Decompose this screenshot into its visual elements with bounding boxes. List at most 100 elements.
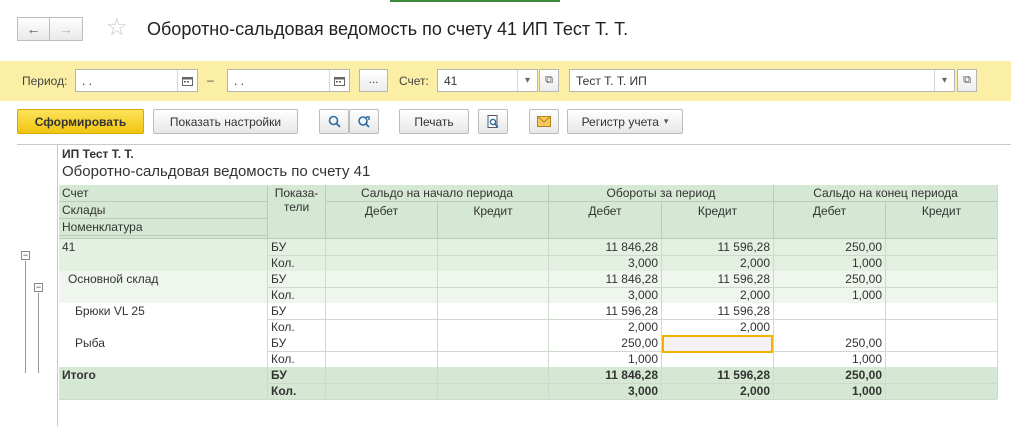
value-cell[interactable]: 2,000 — [661, 287, 773, 303]
value-cell[interactable] — [885, 239, 997, 255]
value-cell[interactable] — [885, 383, 997, 399]
print-button[interactable]: Печать — [399, 109, 469, 134]
value-cell[interactable]: 1,000 — [773, 351, 885, 367]
value-cell[interactable] — [325, 319, 437, 335]
value-cell[interactable] — [437, 239, 548, 255]
report-grid[interactable]: ИП Тест Т. Т. Оборотно-сальдовая ведомост… — [17, 144, 1011, 426]
value-cell[interactable] — [437, 319, 548, 335]
collapse-warehouse-icon[interactable]: − — [34, 283, 43, 292]
row-indicator[interactable]: Кол. — [267, 383, 325, 399]
value-cell[interactable] — [437, 383, 548, 399]
value-cell[interactable] — [325, 335, 437, 351]
value-cell[interactable] — [773, 303, 885, 319]
value-cell[interactable] — [437, 287, 548, 303]
preview-button[interactable] — [478, 109, 508, 134]
value-cell[interactable]: 2,000 — [661, 255, 773, 271]
search-cancel-button[interactable] — [349, 109, 379, 134]
row-indicator[interactable]: БУ — [267, 239, 325, 255]
value-cell[interactable] — [885, 319, 997, 335]
value-cell[interactable]: 1,000 — [548, 351, 661, 367]
row-indicator[interactable]: Кол. — [267, 319, 325, 335]
value-cell[interactable] — [325, 303, 437, 319]
value-cell[interactable] — [325, 351, 437, 367]
back-button[interactable]: ← — [17, 17, 50, 41]
value-cell[interactable] — [437, 271, 548, 287]
value-cell[interactable]: 11 596,28 — [548, 303, 661, 319]
period-select-button[interactable]: ... — [359, 69, 388, 92]
value-cell[interactable] — [437, 367, 548, 383]
value-cell[interactable]: 1,000 — [773, 383, 885, 399]
row-indicator[interactable]: БУ — [267, 335, 325, 351]
forward-button[interactable]: → — [50, 17, 83, 41]
value-cell[interactable]: 2,000 — [661, 383, 773, 399]
value-cell[interactable]: 250,00 — [773, 239, 885, 255]
value-cell[interactable] — [325, 239, 437, 255]
value-cell[interactable] — [885, 255, 997, 271]
row-indicator[interactable]: Кол. — [267, 255, 325, 271]
email-button[interactable] — [529, 109, 559, 134]
value-cell[interactable] — [437, 255, 548, 271]
value-cell[interactable]: 1,000 — [773, 255, 885, 271]
value-cell[interactable]: 1,000 — [773, 287, 885, 303]
row-separator — [267, 351, 997, 352]
value-cell[interactable] — [325, 271, 437, 287]
value-cell[interactable] — [325, 367, 437, 383]
value-cell[interactable] — [437, 351, 548, 367]
value-cell[interactable]: 11 596,28 — [661, 367, 773, 383]
value-cell[interactable] — [885, 303, 997, 319]
value-cell[interactable]: 11 596,28 — [661, 239, 773, 255]
value-cell[interactable]: 11 846,28 — [548, 367, 661, 383]
value-cell[interactable] — [661, 351, 773, 367]
value-cell[interactable]: 11 596,28 — [661, 303, 773, 319]
open-icon[interactable]: ⧉ — [957, 69, 977, 92]
account-input[interactable]: 41 ▾ — [437, 69, 538, 92]
collapse-account-icon[interactable]: − — [21, 251, 30, 260]
register-dropdown[interactable]: Регистр учета ▾ — [567, 109, 683, 134]
value-cell[interactable]: 2,000 — [661, 319, 773, 335]
chevron-down-icon[interactable]: ▾ — [517, 70, 537, 91]
calendar-icon[interactable] — [329, 70, 349, 91]
value-cell[interactable]: 250,00 — [773, 271, 885, 287]
open-icon[interactable]: ⧉ — [539, 69, 559, 92]
value-cell[interactable] — [885, 351, 997, 367]
value-cell[interactable] — [437, 303, 548, 319]
value-cell[interactable] — [325, 255, 437, 271]
row-name[interactable]: Итого — [59, 367, 267, 383]
value-cell[interactable] — [773, 319, 885, 335]
row-name[interactable]: Основной склад — [59, 271, 267, 287]
row-name[interactable]: Рыба — [59, 335, 267, 351]
value-cell[interactable]: 2,000 — [548, 319, 661, 335]
calendar-icon[interactable] — [177, 70, 197, 91]
show-settings-button[interactable]: Показать настройки — [153, 109, 298, 134]
value-cell[interactable]: 11 846,28 — [548, 271, 661, 287]
value-cell[interactable] — [325, 287, 437, 303]
row-indicator[interactable]: БУ — [267, 271, 325, 287]
value-cell[interactable]: 250,00 — [548, 335, 661, 351]
value-cell[interactable] — [885, 335, 997, 351]
value-cell[interactable] — [325, 383, 437, 399]
period-from-input[interactable]: . . — [75, 69, 198, 92]
generate-button[interactable]: Сформировать — [17, 109, 144, 134]
search-button[interactable] — [319, 109, 349, 134]
row-indicator[interactable]: БУ — [267, 303, 325, 319]
value-cell[interactable]: 11 596,28 — [661, 271, 773, 287]
star-icon[interactable]: ☆ — [106, 15, 128, 41]
row-name[interactable]: Брюки VL 25 — [59, 303, 267, 319]
organization-input[interactable]: Тест Т. Т. ИП ▾ — [569, 69, 955, 92]
value-cell[interactable] — [885, 367, 997, 383]
value-cell[interactable] — [885, 271, 997, 287]
row-name[interactable]: 41 — [59, 239, 267, 255]
period-to-input[interactable]: . . — [227, 69, 350, 92]
chevron-down-icon[interactable]: ▾ — [934, 70, 954, 91]
value-cell[interactable]: 11 846,28 — [548, 239, 661, 255]
value-cell[interactable]: 3,000 — [548, 287, 661, 303]
value-cell[interactable]: 250,00 — [773, 335, 885, 351]
row-indicator[interactable]: Кол. — [267, 351, 325, 367]
row-indicator[interactable]: Кол. — [267, 287, 325, 303]
value-cell[interactable]: 3,000 — [548, 383, 661, 399]
value-cell[interactable] — [885, 287, 997, 303]
value-cell[interactable]: 250,00 — [773, 367, 885, 383]
value-cell[interactable]: 3,000 — [548, 255, 661, 271]
row-indicator[interactable]: БУ — [267, 367, 325, 383]
value-cell[interactable] — [437, 335, 548, 351]
